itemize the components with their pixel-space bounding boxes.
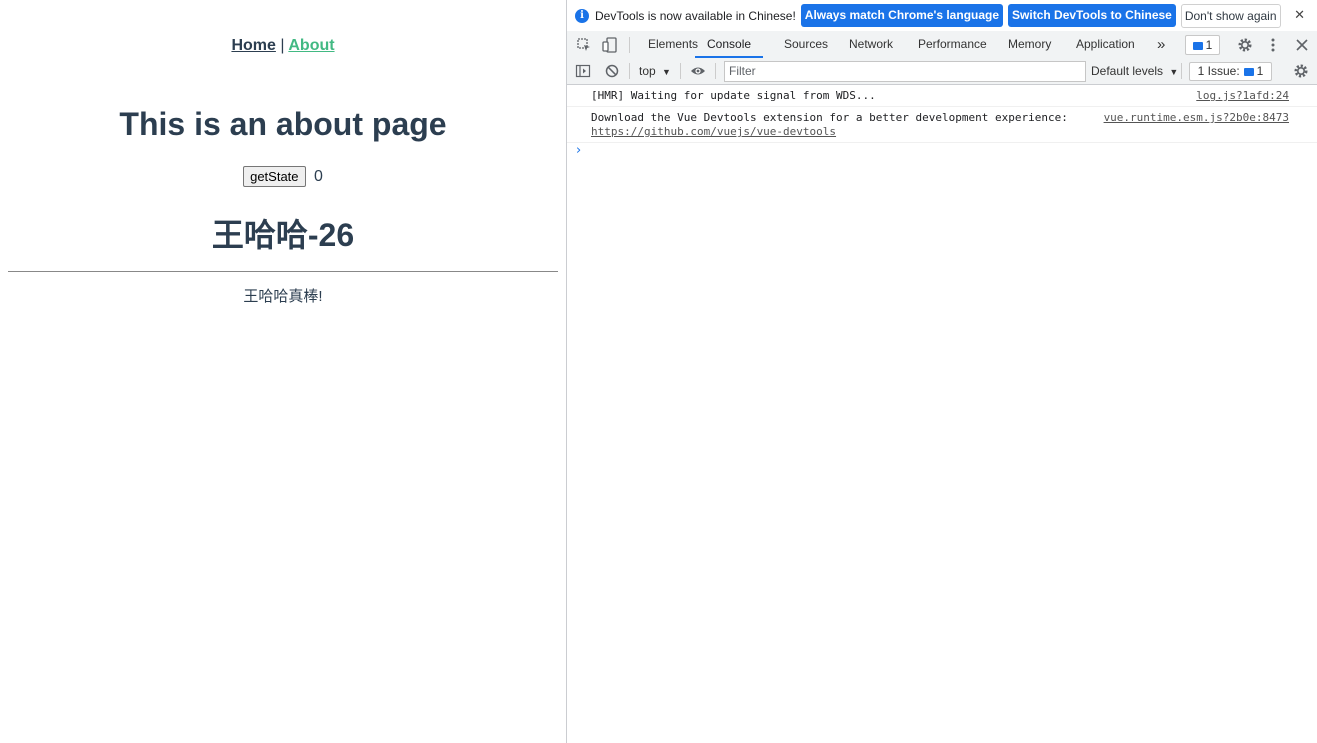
devtools-panel: i DevTools is now available in Chinese! … <box>566 0 1317 743</box>
state-count: 0 <box>313 167 323 185</box>
console-message-link[interactable]: https://github.com/vuejs/vue-devtools <box>591 125 836 138</box>
console-message: [HMR] Waiting for update signal from WDS… <box>567 85 1317 107</box>
log-levels-label: Default levels <box>1091 64 1164 78</box>
tab-memory[interactable]: Memory <box>1008 31 1051 58</box>
console-message-text: Download the Vue Devtools extension for … <box>591 111 1068 124</box>
console-toolbar: top ▼ Filter Default levels ▼ 1 Issue: 1 <box>567 59 1317 85</box>
more-options-icon[interactable] <box>1265 37 1281 53</box>
clear-console-icon[interactable] <box>604 63 620 79</box>
nav-separator: | <box>280 37 285 54</box>
console-settings-gear-icon[interactable] <box>1293 63 1309 79</box>
log-levels-dropdown[interactable]: Default levels ▼ <box>1091 59 1178 84</box>
dont-show-again-button[interactable]: Don't show again <box>1180 3 1281 28</box>
page-title: This is an about page <box>119 106 447 142</box>
toolbar-separator <box>629 63 630 79</box>
nav-link-home[interactable]: Home <box>231 37 275 54</box>
chevron-down-icon: ▼ <box>1169 67 1179 77</box>
inspect-element-icon[interactable] <box>576 37 592 53</box>
get-state-button[interactable]: getState <box>243 166 306 187</box>
context-label: top <box>639 64 656 78</box>
close-devtools-icon[interactable] <box>1294 37 1310 53</box>
chevron-down-icon: ▼ <box>662 67 671 77</box>
app-page: Home | About This is an about page getSt… <box>0 0 566 743</box>
tab-console[interactable]: Console <box>695 31 764 58</box>
devtools-tabbar: Elements Console Sources Network Perform… <box>567 31 1317 60</box>
messages-count: 1 <box>1205 38 1213 52</box>
messages-badge[interactable]: 1 <box>1185 35 1220 55</box>
context-selector[interactable]: top ▼ <box>639 59 671 84</box>
close-icon[interactable]: ✕ <box>1294 7 1305 23</box>
infobar-text: DevTools is now available in Chinese! <box>595 8 796 23</box>
console-message-text: [HMR] Waiting for update signal from WDS… <box>591 89 876 102</box>
praise-text: 王哈哈真棒! <box>243 288 323 305</box>
more-tabs-icon[interactable]: » <box>1157 31 1165 58</box>
message-icon <box>1192 41 1203 50</box>
nav-link-about[interactable]: About <box>288 37 334 54</box>
live-expression-eye-icon[interactable] <box>690 63 706 79</box>
state-row: getState 0 <box>0 166 566 187</box>
filter-input[interactable]: Filter <box>724 61 1086 82</box>
issues-badge[interactable]: 1 Issue: 1 <box>1189 62 1272 81</box>
tab-network[interactable]: Network <box>849 31 893 58</box>
console-message-source[interactable]: log.js?1afd:24 <box>1196 89 1289 103</box>
issues-count: 1 <box>1256 64 1264 78</box>
settings-gear-icon[interactable] <box>1237 37 1253 53</box>
console-message-source[interactable]: vue.runtime.esm.js?2b0e:8473 <box>1104 111 1289 125</box>
divider <box>8 271 558 272</box>
match-language-button[interactable]: Always match Chrome's language <box>800 4 1004 27</box>
toolbar-separator-3 <box>715 63 716 79</box>
info-icon: i <box>575 8 589 23</box>
tab-separator <box>629 37 630 53</box>
language-infobar: i DevTools is now available in Chinese! … <box>567 0 1317 32</box>
issues-label: 1 Issue: <box>1197 64 1240 78</box>
sidebar-toggle-icon[interactable] <box>575 63 591 79</box>
toolbar-separator-2 <box>680 63 681 79</box>
issue-icon <box>1243 67 1254 76</box>
toolbar-separator-4 <box>1181 63 1182 79</box>
tab-sources[interactable]: Sources <box>784 31 828 58</box>
device-toolbar-icon[interactable] <box>602 37 618 53</box>
switch-language-button[interactable]: Switch DevTools to Chinese <box>1008 4 1176 27</box>
tab-performance[interactable]: Performance <box>918 31 987 58</box>
tab-elements[interactable]: Elements <box>648 31 698 58</box>
tab-application[interactable]: Application <box>1076 31 1135 58</box>
console-output: [HMR] Waiting for update signal from WDS… <box>567 85 1317 158</box>
nav-bar: Home | About <box>0 37 566 55</box>
console-prompt-icon[interactable]: › <box>576 143 581 158</box>
console-message: Download the Vue Devtools extension for … <box>567 107 1317 143</box>
name-heading: 王哈哈-26 <box>211 217 355 253</box>
